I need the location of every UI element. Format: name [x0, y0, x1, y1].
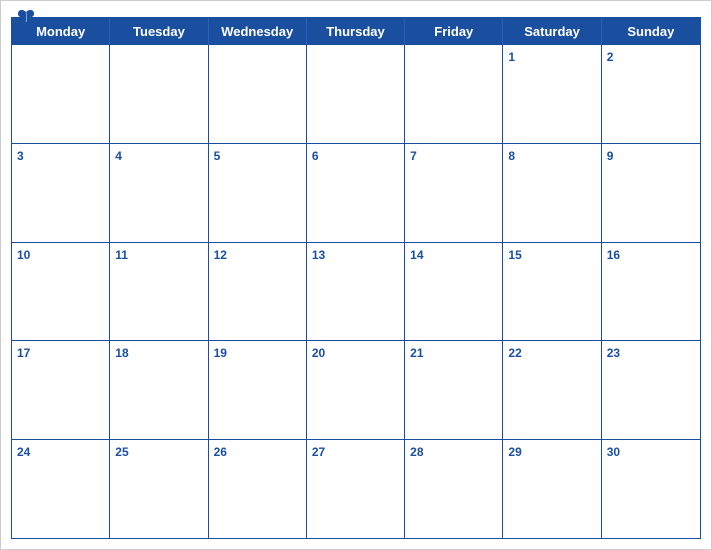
day-cell: 17 [12, 341, 110, 439]
day-number: 18 [115, 346, 128, 360]
day-number: 27 [312, 445, 325, 459]
day-number: 24 [17, 445, 30, 459]
day-number: 6 [312, 149, 319, 163]
day-cell: 18 [110, 341, 208, 439]
day-number: 5 [214, 149, 221, 163]
day-cell: 7 [405, 144, 503, 242]
day-cell: 16 [602, 243, 700, 341]
day-number: 4 [115, 149, 122, 163]
day-cell: 4 [110, 144, 208, 242]
day-cell: 14 [405, 243, 503, 341]
logo-blue [17, 9, 37, 23]
day-header-wednesday: Wednesday [209, 18, 307, 45]
week-row-1: 12 [12, 45, 700, 143]
day-number: 1 [508, 50, 515, 64]
day-cell: 19 [209, 341, 307, 439]
day-cell: 6 [307, 144, 405, 242]
day-cell: 2 [602, 45, 700, 143]
day-number: 15 [508, 248, 521, 262]
week-row-2: 3 4 5 6 7 8 9 [12, 143, 700, 242]
calendar-grid: MondayTuesdayWednesdayThursdayFridaySatu… [11, 17, 701, 539]
day-number: 21 [410, 346, 423, 360]
day-number: 25 [115, 445, 128, 459]
day-header-saturday: Saturday [503, 18, 601, 45]
day-cell: 21 [405, 341, 503, 439]
day-number: 23 [607, 346, 620, 360]
day-number: 9 [607, 149, 614, 163]
day-cell: 25 [110, 440, 208, 538]
day-cell: 5 [209, 144, 307, 242]
day-header-thursday: Thursday [307, 18, 405, 45]
day-cell: 28 [405, 440, 503, 538]
day-cell: 26 [209, 440, 307, 538]
week-row-4: 17 18 19 20 21 22 23 [12, 340, 700, 439]
day-number: 20 [312, 346, 325, 360]
day-header-sunday: Sunday [602, 18, 700, 45]
day-cell: 23 [602, 341, 700, 439]
day-number: 3 [17, 149, 24, 163]
weeks-container: 1234567891011121314151617181920212223242… [12, 45, 700, 538]
day-cell: 29 [503, 440, 601, 538]
logo [17, 9, 37, 23]
day-cell: 12 [209, 243, 307, 341]
day-number: 7 [410, 149, 417, 163]
day-number: 17 [17, 346, 30, 360]
calendar-page: MondayTuesdayWednesdayThursdayFridaySatu… [0, 0, 712, 550]
day-number: 29 [508, 445, 521, 459]
day-cell: 22 [503, 341, 601, 439]
day-number: 19 [214, 346, 227, 360]
day-cell: 11 [110, 243, 208, 341]
day-headers-row: MondayTuesdayWednesdayThursdayFridaySatu… [12, 18, 700, 45]
day-cell: 3 [12, 144, 110, 242]
day-number: 22 [508, 346, 521, 360]
day-number: 16 [607, 248, 620, 262]
day-cell: 24 [12, 440, 110, 538]
day-cell [405, 45, 503, 143]
day-cell: 20 [307, 341, 405, 439]
day-number: 8 [508, 149, 515, 163]
week-row-3: 10 11 12 13 14 15 16 [12, 242, 700, 341]
day-number: 28 [410, 445, 423, 459]
day-number: 13 [312, 248, 325, 262]
week-row-5: 24 25 26 27 28 29 30 [12, 439, 700, 538]
day-number: 10 [17, 248, 30, 262]
day-cell: 15 [503, 243, 601, 341]
day-cell [12, 45, 110, 143]
day-cell: 9 [602, 144, 700, 242]
day-header-friday: Friday [405, 18, 503, 45]
day-number: 11 [115, 248, 128, 262]
day-header-tuesday: Tuesday [110, 18, 208, 45]
day-cell: 1 [503, 45, 601, 143]
day-number: 12 [214, 248, 227, 262]
logo-bird-icon [17, 9, 35, 23]
day-cell [307, 45, 405, 143]
day-cell: 27 [307, 440, 405, 538]
day-cell [209, 45, 307, 143]
day-cell: 10 [12, 243, 110, 341]
day-cell: 30 [602, 440, 700, 538]
day-cell [110, 45, 208, 143]
day-cell: 8 [503, 144, 601, 242]
day-number: 30 [607, 445, 620, 459]
day-number: 26 [214, 445, 227, 459]
day-cell: 13 [307, 243, 405, 341]
day-number: 14 [410, 248, 423, 262]
day-number: 2 [607, 50, 614, 64]
page-header [1, 1, 711, 17]
